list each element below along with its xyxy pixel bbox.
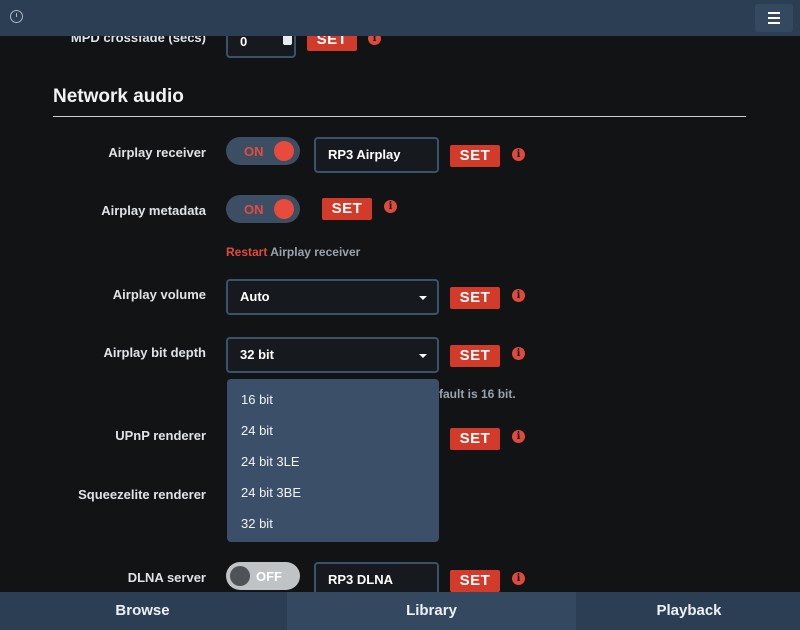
dropdown-option-24-bit-3be[interactable]: 24 bit 3BE — [241, 485, 301, 500]
tab-playback[interactable]: Playback — [578, 592, 800, 630]
airplay-receiver-set-button[interactable]: SET — [450, 145, 500, 167]
toggle-knob — [230, 566, 250, 586]
upnp-renderer-label: UPnP renderer — [115, 428, 206, 443]
restart-link[interactable]: Restart — [226, 245, 267, 259]
tab-library[interactable]: Library — [287, 592, 576, 630]
upnp-renderer-info-icon[interactable]: i — [512, 430, 525, 443]
dropdown-option-16-bit[interactable]: 16 bit — [241, 392, 273, 407]
airplay-volume-label: Airplay volume — [112, 287, 206, 302]
dropdown-option-24-bit[interactable]: 24 bit — [241, 423, 273, 438]
dlna-server-label: DLNA server — [127, 570, 206, 585]
tab-browse[interactable]: Browse — [0, 592, 285, 630]
restart-airplay-hint: Restart Airplay receiver — [226, 245, 361, 259]
section-divider — [53, 116, 746, 117]
bit-depth-dropdown-menu: 16 bit 24 bit 24 bit 3LE 24 bit 3BE 32 b… — [227, 379, 439, 542]
airplay-volume-info-icon[interactable]: i — [512, 289, 525, 302]
dropdown-option-32-bit[interactable]: 32 bit — [241, 516, 273, 531]
airplay-receiver-info-icon[interactable]: i — [512, 148, 525, 161]
airplay-bit-depth-label: Airplay bit depth — [103, 345, 206, 360]
toggle-knob — [274, 141, 294, 161]
airplay-bit-depth-select[interactable]: 32 bit — [226, 337, 439, 373]
airplay-receiver-label: Airplay receiver — [108, 145, 206, 160]
airplay-receiver-name-input[interactable]: RP3 Airplay — [314, 137, 439, 173]
airplay-volume-set-button[interactable]: SET — [450, 287, 500, 309]
dlna-server-set-button[interactable]: SET — [450, 570, 500, 592]
airplay-metadata-info-icon[interactable]: i — [384, 200, 397, 213]
chevron-down-icon — [419, 296, 427, 300]
dlna-server-info-icon[interactable]: i — [512, 572, 525, 585]
top-bar — [0, 0, 800, 36]
dropdown-option-24-bit-3le[interactable]: 24 bit 3LE — [241, 454, 300, 469]
airplay-metadata-label: Airplay metadata — [101, 203, 206, 218]
menu-button[interactable] — [755, 4, 793, 32]
squeezelite-renderer-label: Squeezelite renderer — [78, 487, 206, 502]
toggle-knob — [274, 199, 294, 219]
clock-icon[interactable] — [10, 10, 23, 23]
bit-depth-hint: fault is 16 bit. — [439, 387, 516, 401]
bottom-nav: Browse Library Playback — [0, 592, 800, 630]
airplay-bit-depth-info-icon[interactable]: i — [512, 347, 525, 360]
airplay-metadata-set-button[interactable]: SET — [322, 198, 372, 220]
upnp-renderer-set-button[interactable]: SET — [450, 428, 500, 450]
airplay-metadata-toggle[interactable]: ON — [226, 195, 300, 223]
hamburger-menu-icon — [768, 12, 780, 14]
airplay-bit-depth-set-button[interactable]: SET — [450, 345, 500, 367]
chevron-down-icon — [419, 354, 427, 358]
airplay-volume-select[interactable]: Auto — [226, 279, 439, 315]
airplay-receiver-toggle[interactable]: ON — [226, 137, 300, 165]
section-title: Network audio — [53, 86, 184, 107]
dlna-server-toggle[interactable]: OFF — [226, 562, 300, 590]
